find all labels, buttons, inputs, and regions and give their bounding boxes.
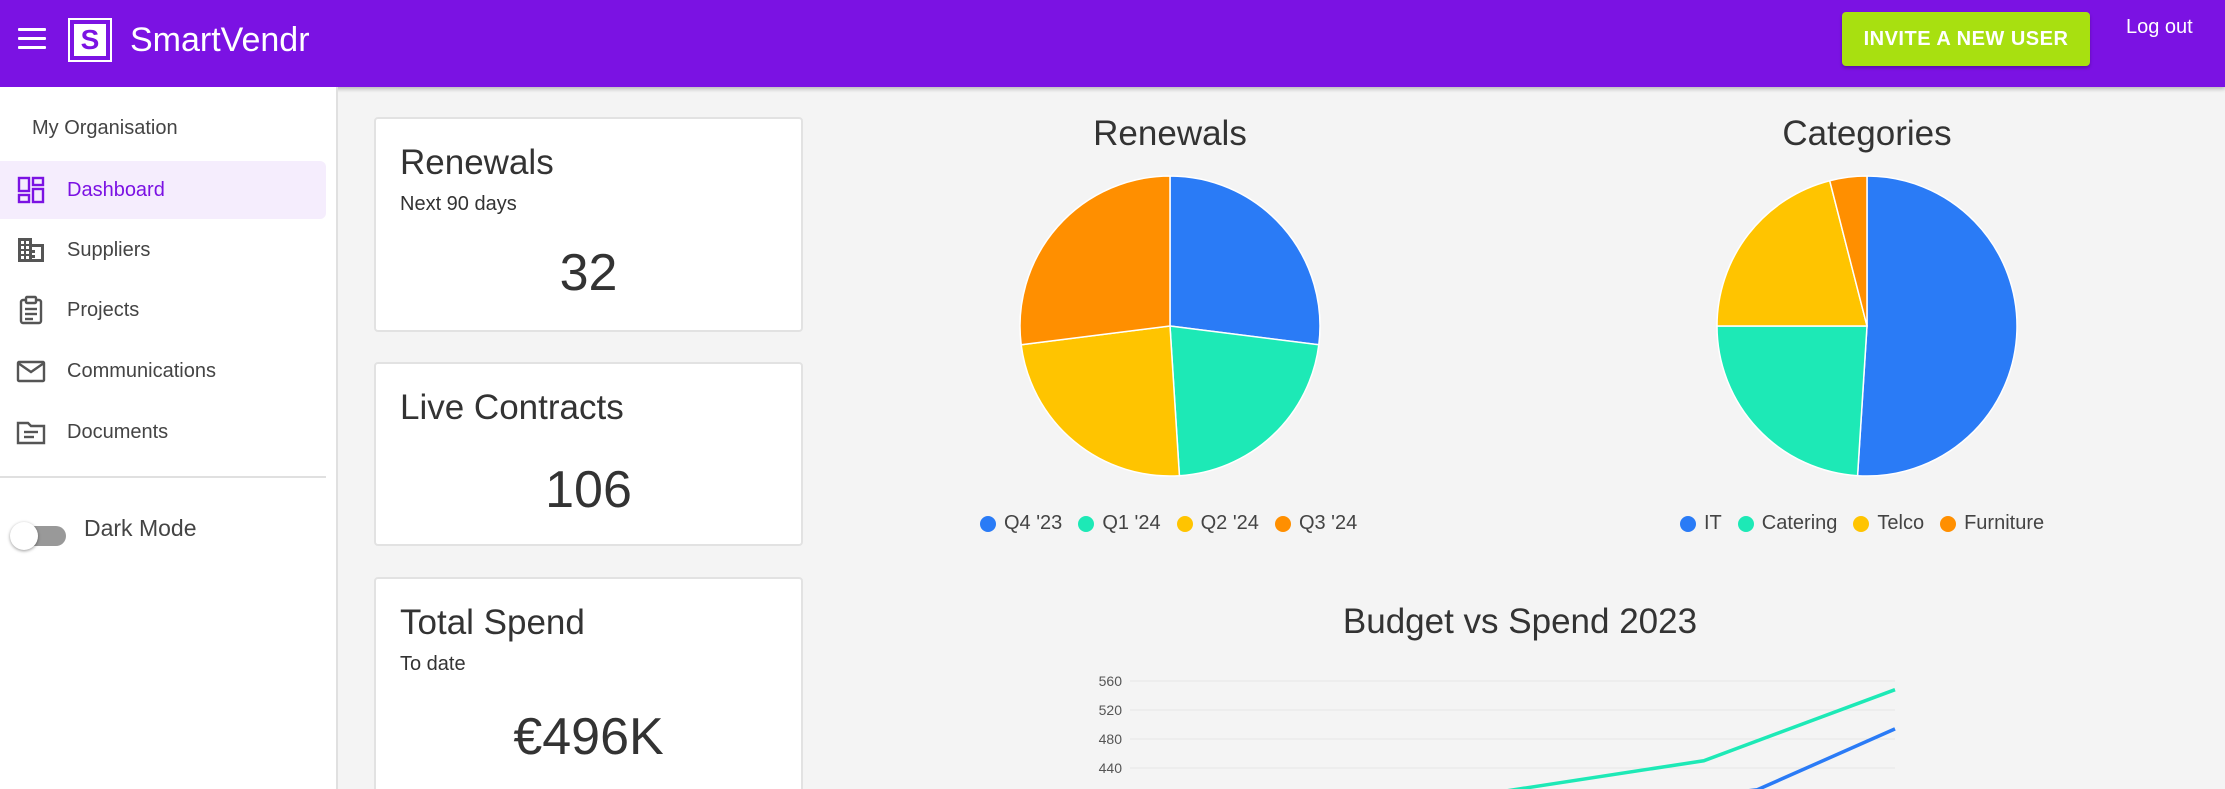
logout-link[interactable]: Log out — [2126, 16, 2193, 39]
card-value: €496K — [513, 708, 664, 766]
legend-swatch — [1680, 515, 1696, 532]
legend-swatch — [1176, 515, 1193, 532]
sidebar-item-label: Projects — [67, 298, 140, 321]
legend-label: Catering — [1761, 512, 1838, 534]
legend-item[interactable]: Telco — [1853, 512, 1924, 535]
folder-icon — [16, 421, 46, 445]
sidebar-item-suppliers[interactable]: Suppliers — [0, 221, 326, 279]
sidebar-item-label: Documents — [67, 420, 169, 443]
sidebar-divider — [0, 476, 326, 478]
pie-slice-it[interactable] — [1856, 175, 2018, 477]
legend-item[interactable]: Catering — [1737, 512, 1838, 535]
card-value: 106 — [545, 461, 632, 519]
y-tick-label: 440 — [1099, 760, 1123, 776]
legend-label: Telco — [1877, 512, 1925, 534]
legend-swatch — [1078, 515, 1095, 532]
legend-label: Q2 '24 — [1200, 512, 1259, 534]
legend-label: Furniture — [1964, 512, 2045, 534]
dark-mode-label: Dark Mode — [84, 515, 197, 541]
pie-slice-q1-24[interactable] — [1169, 325, 1320, 477]
building-icon — [18, 238, 44, 262]
legend-swatch — [1274, 515, 1291, 532]
logo-letter: S — [74, 24, 106, 56]
card-subtitle: Next 90 days — [400, 193, 517, 215]
categories-legend: IT Catering Telco Furniture — [1680, 512, 2060, 535]
legend-swatch — [1853, 515, 1870, 532]
legend-item[interactable]: IT — [1680, 512, 1722, 535]
y-tick-label: 480 — [1099, 731, 1123, 747]
legend-label: Q4 '23 — [1004, 512, 1063, 534]
legend-item[interactable]: Q2 '24 — [1176, 512, 1259, 535]
legend-item[interactable]: Q1 '24 — [1078, 512, 1161, 535]
categories-pie-chart — [1716, 175, 2018, 477]
invite-user-button[interactable]: INVITE A NEW USER — [1842, 12, 2090, 66]
legend-item[interactable]: Furniture — [1940, 512, 2044, 535]
card-title: Live Contracts — [400, 388, 624, 427]
dashboard-icon — [17, 176, 45, 204]
total-spend-card: Total Spend To date €496K — [374, 577, 803, 789]
renewals-pie-chart — [1019, 175, 1321, 477]
card-title: Renewals — [400, 143, 554, 182]
legend-swatch — [1940, 515, 1957, 532]
pie-slice-catering[interactable] — [1716, 325, 1868, 477]
sidebar-item-documents[interactable]: Documents — [0, 403, 326, 461]
legend-label: IT — [1704, 512, 1722, 534]
y-tick-label: 520 — [1099, 702, 1123, 718]
sidebar-item-communications[interactable]: Communications — [0, 342, 326, 400]
logo: S — [68, 18, 112, 62]
card-value: 32 — [559, 244, 618, 302]
legend-item[interactable]: Q4 '23 — [980, 512, 1062, 535]
budget-chart-title: Budget vs Spend 2023 — [1342, 602, 1698, 641]
renewals-chart-title: Renewals — [1093, 114, 1247, 153]
pie-slice-q2-24[interactable] — [1020, 325, 1181, 477]
budget-line-chart: 400440480520560 — [1099, 673, 1896, 789]
sidebar-item-label: Dashboard — [67, 178, 165, 201]
card-subtitle: To date — [400, 653, 466, 675]
app-title: SmartVendr — [130, 21, 310, 59]
sidebar-item-dashboard[interactable]: Dashboard — [0, 161, 326, 219]
clipboard-icon — [19, 295, 43, 325]
legend-swatch — [1737, 515, 1754, 532]
menu-icon[interactable] — [18, 28, 46, 50]
sidebar-item-label: Suppliers — [67, 238, 151, 261]
card-title: Total Spend — [400, 603, 585, 642]
renewals-card: Renewals Next 90 days 32 — [374, 117, 803, 332]
sidebar-item-projects[interactable]: Projects — [0, 281, 326, 339]
renewals-legend: Q4 '23 Q1 '24 Q2 '24 Q3 '24 — [980, 512, 1373, 535]
toggle-thumb — [10, 522, 38, 550]
pie-slice-q4-23[interactable] — [1169, 175, 1321, 346]
live-contracts-card: Live Contracts 106 — [374, 362, 803, 546]
y-tick-label: 560 — [1099, 673, 1123, 689]
app-bar: S SmartVendr INVITE A NEW USER Log out — [0, 0, 2225, 87]
organisation-label[interactable]: My Organisation — [32, 117, 178, 140]
legend-swatch — [980, 515, 996, 532]
sidebar-item-label: Communications — [67, 359, 216, 382]
legend-item[interactable]: Q3 '24 — [1274, 512, 1358, 535]
legend-label: Q3 '24 — [1298, 512, 1358, 534]
mail-icon — [16, 360, 46, 383]
categories-chart-title: Categories — [1782, 114, 1952, 153]
pie-slice-q3-24[interactable] — [1019, 175, 1171, 346]
dark-mode-toggle[interactable] — [10, 518, 68, 550]
series-line-1[interactable] — [1666, 727, 1896, 789]
legend-label: Q1 '24 — [1102, 512, 1161, 534]
sidebar: My Organisation Dashboard Suppliers Proj… — [0, 87, 338, 789]
